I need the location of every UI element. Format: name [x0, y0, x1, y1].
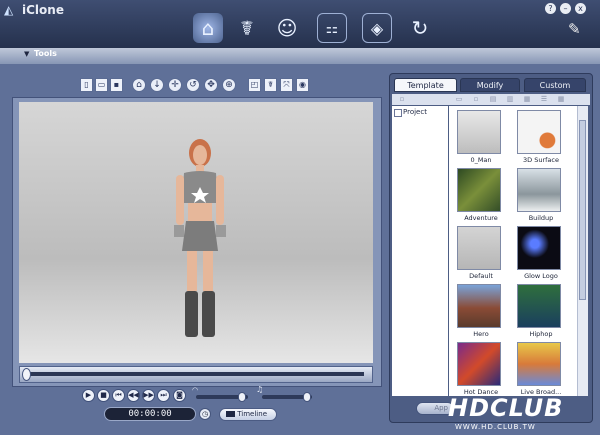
- timeline-button-icon: [226, 411, 235, 417]
- panel-delete-icon[interactable]: ▦: [523, 95, 531, 104]
- tools-bar: [0, 48, 600, 64]
- template-item[interactable]: Hero: [451, 282, 511, 342]
- template-thumbnail: [517, 284, 561, 328]
- template-thumbnail: [457, 342, 501, 386]
- tools-label: Tools: [34, 49, 57, 58]
- template-thumbnail: [517, 226, 561, 270]
- set-mode-icon[interactable]: ◈: [362, 13, 392, 43]
- export-mode-icon[interactable]: ↻: [405, 13, 435, 43]
- actor-mode-icon[interactable]: ☤: [232, 13, 262, 43]
- watermark-logo: HDCLUB: [448, 394, 564, 422]
- template-item[interactable]: Glow Logo: [511, 224, 571, 284]
- template-label: Buildup: [528, 214, 554, 222]
- panel-add-icon[interactable]: ▫: [398, 95, 406, 104]
- template-thumbnail: [457, 226, 501, 270]
- save-icon[interactable]: ▪: [110, 78, 123, 92]
- template-item[interactable]: Hot Dance: [451, 340, 511, 396]
- time-scrub-track: [26, 372, 364, 376]
- new-file-icon[interactable]: ▯: [80, 78, 93, 92]
- template-grid: 0_Man 3D Surface Adventure Buildup Defau…: [449, 106, 577, 396]
- stop-icon[interactable]: ■: [97, 389, 110, 402]
- time-scrub-thumb[interactable]: [22, 368, 31, 381]
- record-icon[interactable]: ◙: [173, 389, 186, 402]
- music-note-icon: ♫: [256, 385, 264, 394]
- collapse-arrow-icon[interactable]: ▼: [24, 50, 29, 58]
- template-label: Hiphop: [529, 330, 553, 338]
- template-label: Default: [469, 272, 493, 280]
- preview-icon[interactable]: ◉: [296, 78, 309, 92]
- template-thumbnail: [457, 168, 501, 212]
- scrollbar-thumb[interactable]: [579, 120, 586, 300]
- template-thumbnail: [517, 110, 561, 154]
- template-thumbnail: [517, 168, 561, 212]
- minimize-button[interactable]: –: [560, 3, 571, 14]
- template-item[interactable]: Hiphop: [511, 282, 571, 342]
- speed-icon: ◠: [192, 386, 199, 394]
- watermark-url: WWW.HD.CLUB.TW: [455, 423, 536, 431]
- tab-template[interactable]: Template: [394, 78, 457, 92]
- camera-view-icon[interactable]: ◰: [248, 78, 261, 92]
- template-item[interactable]: 3D Surface: [511, 108, 571, 168]
- iclone-logo-icon: ◭: [4, 3, 14, 17]
- template-thumbnail: [517, 342, 561, 386]
- panel-grid-icon[interactable]: ▦: [557, 95, 565, 104]
- template-thumbnail: [457, 284, 501, 328]
- rewind-icon[interactable]: ◀◀: [127, 389, 140, 402]
- actor-view-icon[interactable]: ☤: [264, 78, 277, 92]
- time-display[interactable]: 00:00:00: [104, 407, 196, 421]
- panel-folder-icon[interactable]: ▭: [455, 95, 463, 104]
- volume-slider-thumb[interactable]: [303, 392, 311, 402]
- previous-icon[interactable]: ⏮: [112, 389, 125, 402]
- template-item[interactable]: Default: [451, 224, 511, 284]
- move-down-icon[interactable]: ↓: [150, 78, 164, 92]
- template-item[interactable]: Live Broad...: [511, 340, 571, 396]
- play-icon[interactable]: ▶: [82, 389, 95, 402]
- open-folder-icon[interactable]: ▭: [95, 78, 108, 92]
- next-icon[interactable]: ⏭: [157, 389, 170, 402]
- template-item[interactable]: Adventure: [451, 166, 511, 226]
- character-model[interactable]: [160, 133, 236, 341]
- folder-tree: [392, 106, 448, 396]
- home-icon[interactable]: ⌂: [132, 78, 146, 92]
- speed-slider-thumb[interactable]: [238, 392, 246, 402]
- template-item[interactable]: 0_Man: [451, 108, 511, 168]
- tool-wrench-icon[interactable]: ✎: [568, 20, 581, 38]
- pan-icon[interactable]: ✥: [204, 78, 218, 92]
- move-icon[interactable]: ✛: [168, 78, 182, 92]
- tree-item-project[interactable]: Project: [403, 108, 427, 116]
- tab-modify[interactable]: Modify: [460, 78, 520, 92]
- template-thumbnail: [457, 110, 501, 154]
- template-label: Hero: [473, 330, 489, 338]
- help-button[interactable]: ?: [545, 3, 556, 14]
- fast-forward-icon[interactable]: ▶▶: [142, 389, 155, 402]
- clock-icon[interactable]: ◷: [199, 408, 211, 420]
- panel-list-icon[interactable]: ☰: [540, 95, 548, 104]
- template-label: Adventure: [464, 214, 498, 222]
- rotate-icon[interactable]: ↺: [186, 78, 200, 92]
- scene-mode-icon[interactable]: ⌂: [193, 13, 223, 43]
- close-button[interactable]: x: [575, 3, 586, 14]
- template-label: 0_Man: [470, 156, 492, 164]
- template-label: 3D Surface: [523, 156, 559, 164]
- tab-custom[interactable]: Custom: [524, 78, 586, 92]
- face-mode-icon[interactable]: ☺: [272, 13, 302, 43]
- template-item[interactable]: Buildup: [511, 166, 571, 226]
- panel-copy-icon[interactable]: ▤: [489, 95, 497, 104]
- motion-mode-icon[interactable]: ⚏: [317, 13, 347, 43]
- fit-view-icon[interactable]: ⤧: [280, 78, 293, 92]
- zoom-icon[interactable]: ⊕: [222, 78, 236, 92]
- panel-paste-icon[interactable]: ▥: [506, 95, 514, 104]
- project-checkbox[interactable]: [394, 109, 402, 117]
- template-label: Glow Logo: [524, 272, 558, 280]
- app-title: iClone: [22, 3, 64, 17]
- panel-new-icon[interactable]: ▫: [472, 95, 480, 104]
